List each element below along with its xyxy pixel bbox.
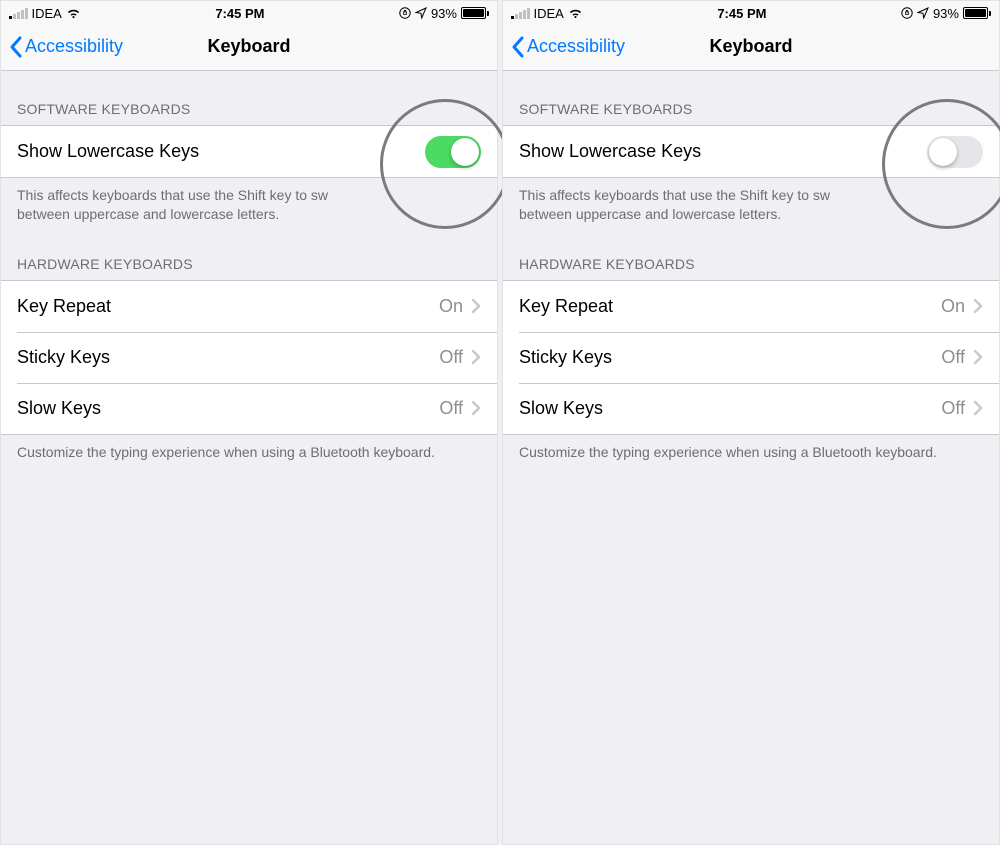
row-label: Key Repeat: [519, 296, 941, 317]
row-value: Off: [439, 398, 463, 419]
back-button[interactable]: Accessibility: [1, 36, 123, 58]
section-header-hardware: HARDWARE KEYBOARDS: [1, 234, 497, 280]
row-sticky-keys[interactable]: Sticky Keys Off: [503, 332, 999, 383]
nav-bar: Accessibility Keyboard: [1, 23, 497, 71]
row-value: On: [439, 296, 463, 317]
status-time: 7:45 PM: [215, 6, 264, 21]
wifi-icon: [568, 8, 583, 19]
row-show-lowercase-keys[interactable]: Show Lowercase Keys: [1, 126, 497, 177]
rotation-lock-icon: [399, 7, 411, 19]
chevron-right-icon: [973, 298, 983, 314]
battery-icon: [963, 7, 991, 19]
back-label: Accessibility: [527, 36, 625, 57]
status-left: IDEA: [511, 6, 583, 21]
section-header-software: SOFTWARE KEYBOARDS: [503, 71, 999, 125]
toggle-show-lowercase-keys[interactable]: [927, 136, 983, 168]
section-footer-software: This affects keyboards that use the Shif…: [503, 178, 999, 234]
status-time: 7:45 PM: [717, 6, 766, 21]
status-bar: IDEA 7:45 PM 93%: [1, 1, 497, 23]
chevron-right-icon: [471, 298, 481, 314]
row-label: Slow Keys: [519, 398, 941, 419]
toggle-knob: [451, 138, 479, 166]
row-value: Off: [941, 398, 965, 419]
row-label: Show Lowercase Keys: [519, 141, 927, 162]
row-key-repeat[interactable]: Key Repeat On: [503, 281, 999, 332]
signal-strength-icon: [511, 8, 530, 19]
section-footer-hardware: Customize the typing experience when usi…: [1, 435, 497, 472]
row-key-repeat[interactable]: Key Repeat On: [1, 281, 497, 332]
row-value: Off: [941, 347, 965, 368]
rotation-lock-icon: [901, 7, 913, 19]
software-cells: Show Lowercase Keys: [503, 125, 999, 178]
row-slow-keys[interactable]: Slow Keys Off: [503, 383, 999, 434]
battery-percent: 93%: [431, 6, 457, 21]
status-right: 93%: [901, 6, 991, 21]
carrier-label: IDEA: [534, 6, 564, 21]
row-label: Sticky Keys: [519, 347, 941, 368]
phone-screen-left: IDEA 7:45 PM 93% Accessi: [0, 0, 498, 845]
row-sticky-keys[interactable]: Sticky Keys Off: [1, 332, 497, 383]
row-label: Show Lowercase Keys: [17, 141, 425, 162]
software-cells: Show Lowercase Keys: [1, 125, 497, 178]
hardware-cells: Key Repeat On Sticky Keys Off Slow Keys …: [1, 280, 497, 435]
chevron-right-icon: [973, 400, 983, 416]
wifi-icon: [66, 8, 81, 19]
row-label: Key Repeat: [17, 296, 439, 317]
section-footer-software: This affects keyboards that use the Shif…: [1, 178, 497, 234]
nav-bar: Accessibility Keyboard: [503, 23, 999, 71]
chevron-right-icon: [471, 349, 481, 365]
phone-screen-right: IDEA 7:45 PM 93% Accessi: [502, 0, 1000, 845]
chevron-left-icon: [511, 36, 525, 58]
hardware-cells: Key Repeat On Sticky Keys Off Slow Keys …: [503, 280, 999, 435]
section-header-hardware: HARDWARE KEYBOARDS: [503, 234, 999, 280]
chevron-right-icon: [973, 349, 983, 365]
signal-strength-icon: [9, 8, 28, 19]
location-icon: [415, 7, 427, 19]
section-header-software: SOFTWARE KEYBOARDS: [1, 71, 497, 125]
row-show-lowercase-keys[interactable]: Show Lowercase Keys: [503, 126, 999, 177]
back-button[interactable]: Accessibility: [503, 36, 625, 58]
row-label: Slow Keys: [17, 398, 439, 419]
row-value: Off: [439, 347, 463, 368]
location-icon: [917, 7, 929, 19]
chevron-right-icon: [471, 400, 481, 416]
toggle-show-lowercase-keys[interactable]: [425, 136, 481, 168]
status-left: IDEA: [9, 6, 81, 21]
chevron-left-icon: [9, 36, 23, 58]
status-bar: IDEA 7:45 PM 93%: [503, 1, 999, 23]
status-right: 93%: [399, 6, 489, 21]
section-footer-hardware: Customize the typing experience when usi…: [503, 435, 999, 472]
toggle-knob: [929, 138, 957, 166]
battery-icon: [461, 7, 489, 19]
battery-percent: 93%: [933, 6, 959, 21]
back-label: Accessibility: [25, 36, 123, 57]
carrier-label: IDEA: [32, 6, 62, 21]
row-label: Sticky Keys: [17, 347, 439, 368]
row-slow-keys[interactable]: Slow Keys Off: [1, 383, 497, 434]
row-value: On: [941, 296, 965, 317]
